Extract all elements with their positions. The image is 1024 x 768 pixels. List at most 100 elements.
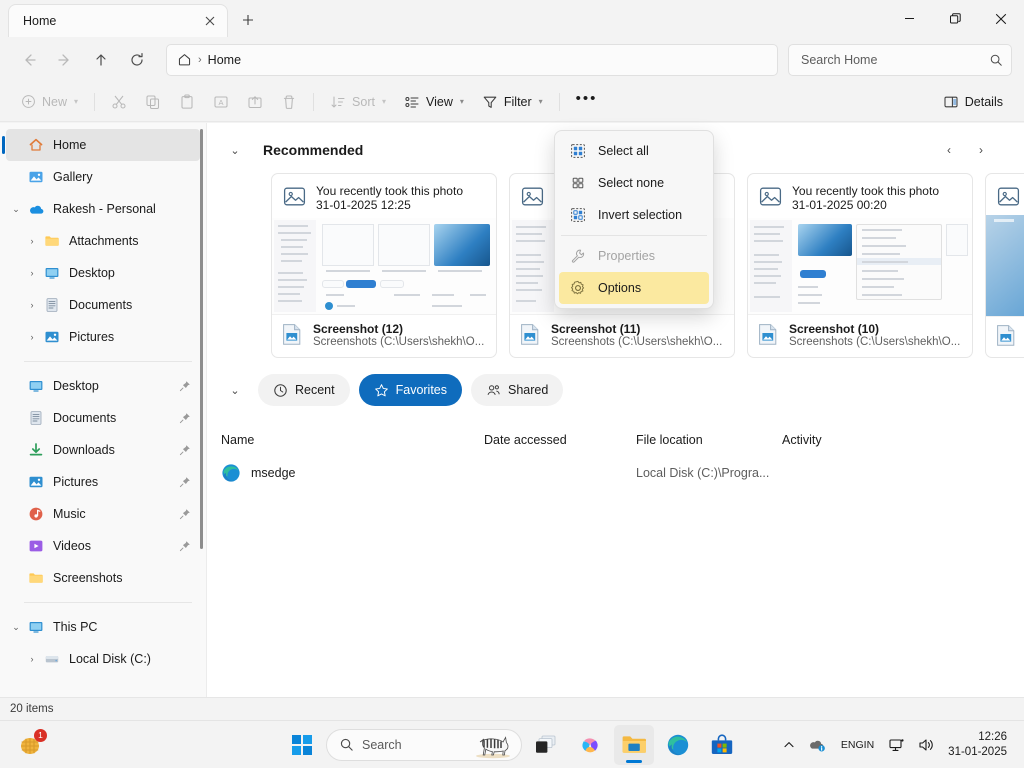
back-button[interactable] bbox=[12, 44, 46, 76]
sidebar-item-screenshots[interactable]: Screenshots bbox=[6, 562, 200, 594]
minimize-button[interactable] bbox=[886, 0, 932, 37]
sidebar-item-downloads[interactable]: Downloads bbox=[6, 434, 200, 466]
table-row[interactable]: msedge Local Disk (C:)\Progra... bbox=[207, 456, 1024, 490]
close-tab-icon[interactable] bbox=[199, 10, 221, 32]
column-header-date-accessed[interactable]: Date accessed bbox=[484, 433, 636, 447]
task-view-button[interactable] bbox=[526, 725, 566, 765]
delete-button[interactable] bbox=[272, 87, 306, 117]
recommended-card[interactable]: You recently took this photo 31-01-2025 … bbox=[747, 173, 973, 358]
sidebar-item-pictures-od[interactable]: › Pictures bbox=[6, 321, 200, 353]
home-icon bbox=[177, 52, 192, 67]
row-file-name: msedge bbox=[251, 466, 295, 480]
address-bar: › Home Search Home bbox=[0, 37, 1024, 82]
context-menu[interactable]: Select all Select none bbox=[554, 130, 714, 309]
chevron-down-icon: ▾ bbox=[539, 97, 543, 106]
network-icon[interactable] bbox=[883, 727, 911, 763]
up-button[interactable] bbox=[84, 44, 118, 76]
pin-icon[interactable] bbox=[176, 508, 194, 520]
menu-item-options[interactable]: Options bbox=[559, 272, 709, 304]
sort-button[interactable]: Sort ▾ bbox=[321, 87, 395, 117]
chevron-right-icon[interactable]: › bbox=[22, 231, 42, 251]
cut-button[interactable] bbox=[102, 87, 136, 117]
view-button[interactable]: View ▾ bbox=[395, 87, 473, 117]
search-input[interactable]: Search Home bbox=[788, 44, 1012, 76]
tab-home[interactable]: Home bbox=[8, 4, 228, 37]
breadcrumb[interactable]: › Home bbox=[166, 44, 778, 76]
chevron-down-icon: ▾ bbox=[382, 97, 386, 106]
details-pane-button[interactable]: Details bbox=[934, 87, 1012, 117]
paste-button[interactable] bbox=[170, 87, 204, 117]
recommended-card[interactable] bbox=[985, 173, 1024, 358]
new-tab-icon[interactable] bbox=[232, 5, 264, 35]
menu-item-label: Properties bbox=[598, 249, 655, 263]
sidebar-item-desktop-od[interactable]: › Desktop bbox=[6, 257, 200, 289]
sidebar-item-documents-od[interactable]: › Documents bbox=[6, 289, 200, 321]
sidebar-item-gallery[interactable]: Gallery bbox=[6, 161, 200, 193]
chevron-down-icon[interactable]: ⌄ bbox=[6, 199, 26, 219]
edge-button[interactable] bbox=[658, 725, 698, 765]
documents-icon bbox=[42, 295, 62, 315]
filter-button[interactable]: Filter ▾ bbox=[473, 87, 552, 117]
home-icon bbox=[26, 135, 46, 155]
pin-icon[interactable] bbox=[176, 380, 194, 392]
filter-pill-shared[interactable]: Shared bbox=[471, 374, 563, 406]
pin-icon[interactable] bbox=[176, 412, 194, 424]
chevron-right-icon[interactable]: › bbox=[22, 649, 42, 669]
maximize-button[interactable] bbox=[932, 0, 978, 37]
clock[interactable]: 12:26 31-01-2025 bbox=[943, 730, 1016, 760]
sidebar-item-desktop[interactable]: Desktop bbox=[6, 370, 200, 402]
sidebar-item-videos[interactable]: Videos bbox=[6, 530, 200, 562]
chevron-right-icon[interactable]: › bbox=[22, 295, 42, 315]
file-explorer-button[interactable] bbox=[614, 725, 654, 765]
pin-icon[interactable] bbox=[176, 444, 194, 456]
sidebar-item-home[interactable]: Home bbox=[6, 129, 200, 161]
filter-pill-favorites[interactable]: Favorites bbox=[359, 374, 462, 406]
column-header-activity[interactable]: Activity bbox=[782, 433, 872, 447]
pin-icon[interactable] bbox=[176, 476, 194, 488]
taskbar-search-input[interactable]: Search bbox=[326, 729, 522, 761]
volume-icon[interactable] bbox=[913, 727, 941, 763]
rename-button[interactable]: A bbox=[204, 87, 238, 117]
share-button[interactable] bbox=[238, 87, 272, 117]
pin-icon[interactable] bbox=[176, 540, 194, 552]
menu-item-select-none[interactable]: Select none bbox=[559, 167, 709, 199]
collapse-recommended-icon[interactable]: ⌄ bbox=[221, 136, 249, 164]
sidebar-item-this-pc[interactable]: ⌄ This PC bbox=[6, 611, 200, 643]
menu-item-invert-selection[interactable]: Invert selection bbox=[559, 199, 709, 231]
sidebar-item-documents[interactable]: Documents bbox=[6, 402, 200, 434]
filter-pill-recent[interactable]: Recent bbox=[258, 374, 350, 406]
onedrive-tray-icon[interactable] bbox=[803, 727, 832, 763]
carousel-next-button[interactable]: › bbox=[968, 137, 994, 163]
language-indicator[interactable]: ENG IN bbox=[834, 727, 881, 763]
close-window-button[interactable] bbox=[978, 0, 1024, 37]
sidebar-item-music[interactable]: Music bbox=[6, 498, 200, 530]
card-footer-text: Screenshot (11) Screenshots (C:\Users\sh… bbox=[551, 322, 724, 348]
chevron-right-icon[interactable]: › bbox=[22, 263, 42, 283]
copilot-button[interactable] bbox=[570, 725, 610, 765]
sidebar-item-pictures[interactable]: Pictures bbox=[6, 466, 200, 498]
column-header-name[interactable]: Name bbox=[221, 433, 484, 447]
collapse-quickaccess-icon[interactable]: ⌄ bbox=[221, 376, 249, 404]
sidebar-item-onedrive[interactable]: ⌄ Rakesh - Personal bbox=[6, 193, 200, 225]
new-button[interactable]: New ▾ bbox=[12, 87, 87, 117]
refresh-button[interactable] bbox=[120, 44, 154, 76]
menu-item-select-all[interactable]: Select all bbox=[559, 135, 709, 167]
column-header-file-location[interactable]: File location bbox=[636, 433, 782, 447]
chevron-right-icon[interactable]: › bbox=[22, 327, 42, 347]
start-button[interactable] bbox=[282, 725, 322, 765]
sidebar-item-local-disk-c[interactable]: › Local Disk (C:) bbox=[6, 643, 200, 675]
recommended-card[interactable]: You recently took this photo 31-01-2025 … bbox=[271, 173, 497, 358]
microsoft-store-button[interactable] bbox=[702, 725, 742, 765]
weather-widget-icon[interactable]: 1 bbox=[14, 728, 48, 762]
chevron-down-icon[interactable]: ⌄ bbox=[6, 617, 26, 637]
sidebar-item-attachments[interactable]: › Attachments bbox=[6, 225, 200, 257]
clock-time: 12:26 bbox=[948, 730, 1007, 745]
navigation-pane[interactable]: Home Gallery ⌄ Rakesh - Personal › bbox=[0, 123, 207, 697]
copy-button[interactable] bbox=[136, 87, 170, 117]
tray-overflow-button[interactable] bbox=[777, 727, 801, 763]
carousel-prev-button[interactable]: ‹ bbox=[936, 137, 962, 163]
forward-button[interactable] bbox=[48, 44, 82, 76]
see-more-button[interactable]: ••• bbox=[567, 87, 607, 117]
sidebar-scrollbar[interactable] bbox=[200, 129, 203, 549]
taskbar-widgets[interactable]: 1 bbox=[14, 728, 48, 762]
